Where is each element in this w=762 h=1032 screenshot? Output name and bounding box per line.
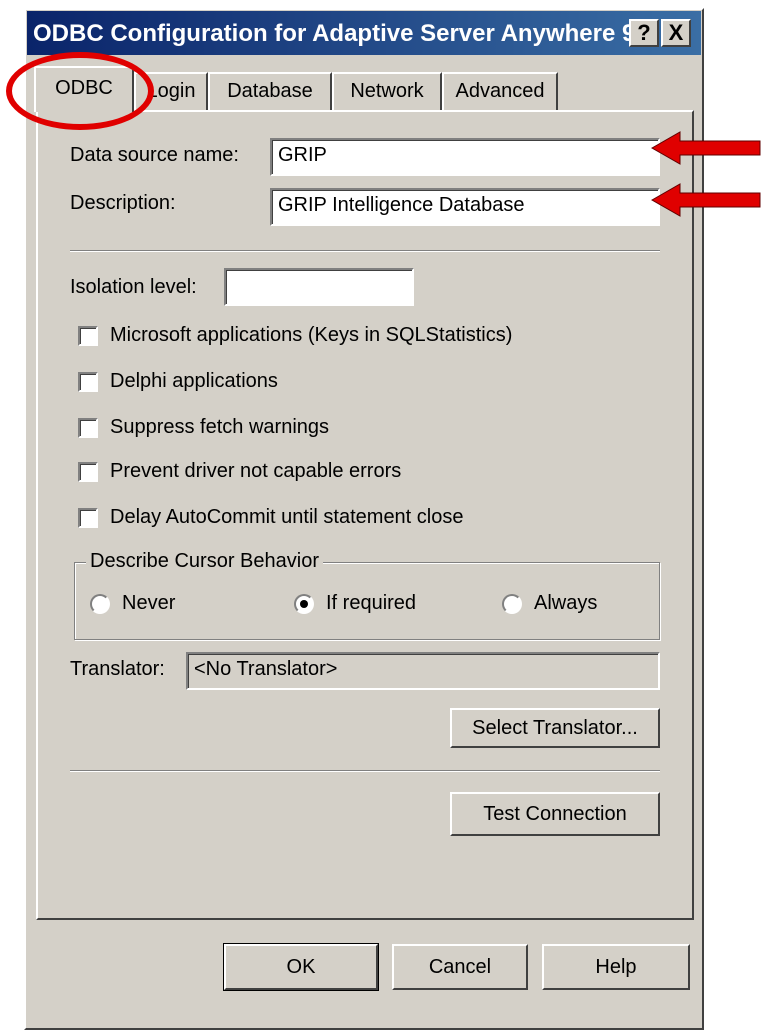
highlight-circle: [6, 52, 154, 130]
close-icon[interactable]: X: [661, 19, 691, 47]
tab-network[interactable]: Network: [332, 72, 442, 110]
checkbox-delay-autocommit-label: Delay AutoCommit until statement close: [110, 506, 464, 528]
isolation-label: Isolation level:: [70, 276, 197, 298]
radio-never[interactable]: [90, 594, 110, 614]
separator: [70, 250, 660, 252]
translator-field: <No Translator>: [186, 652, 660, 690]
checkbox-suppress-warnings[interactable]: [78, 418, 98, 438]
cursor-behavior-title: Describe Cursor Behavior: [86, 550, 323, 573]
test-connection-button[interactable]: Test Connection: [450, 792, 660, 836]
dsn-input[interactable]: GRIP: [270, 138, 660, 176]
cancel-button[interactable]: Cancel: [392, 944, 528, 990]
arrow-left-icon: [650, 183, 761, 217]
checkbox-prevent-errors-label: Prevent driver not capable errors: [110, 460, 402, 482]
window-title: ODBC Configuration for Adaptive Server A…: [33, 20, 636, 47]
tab-panel-odbc: Data source name: GRIP Description: GRIP…: [36, 110, 694, 920]
checkbox-suppress-warnings-label: Suppress fetch warnings: [110, 416, 330, 438]
tab-advanced[interactable]: Advanced: [442, 72, 558, 110]
help-button[interactable]: Help: [542, 944, 690, 990]
radio-selected-dot: [300, 600, 308, 608]
radio-if-required-label: If required: [326, 592, 417, 614]
checkbox-delphi-apps[interactable]: [78, 372, 98, 392]
radio-always[interactable]: [502, 594, 522, 614]
arrow-left-icon: [650, 131, 761, 165]
radio-always-label: Always: [534, 592, 598, 614]
title-bar: ODBC Configuration for Adaptive Server A…: [27, 11, 701, 55]
tab-database[interactable]: Database: [208, 72, 332, 110]
description-label: Description:: [70, 192, 176, 214]
checkbox-prevent-errors[interactable]: [78, 462, 98, 482]
select-translator-button[interactable]: Select Translator...: [450, 708, 660, 748]
checkbox-microsoft-apps-label: Microsoft applications (Keys in SQLStati…: [110, 324, 513, 346]
checkbox-delphi-apps-label: Delphi applications: [110, 370, 278, 392]
dsn-label: Data source name:: [70, 144, 239, 166]
ok-button[interactable]: OK: [223, 943, 379, 991]
help-icon[interactable]: ?: [629, 19, 659, 47]
radio-never-label: Never: [122, 592, 176, 614]
checkbox-microsoft-apps[interactable]: [78, 326, 98, 346]
description-input[interactable]: GRIP Intelligence Database: [270, 188, 660, 226]
separator: [70, 770, 660, 772]
checkbox-delay-autocommit[interactable]: [78, 508, 98, 528]
isolation-input[interactable]: [224, 268, 414, 306]
radio-if-required[interactable]: [294, 594, 314, 614]
translator-label: Translator:: [70, 658, 165, 680]
odbc-config-dialog: ODBC Configuration for Adaptive Server A…: [24, 8, 704, 1030]
